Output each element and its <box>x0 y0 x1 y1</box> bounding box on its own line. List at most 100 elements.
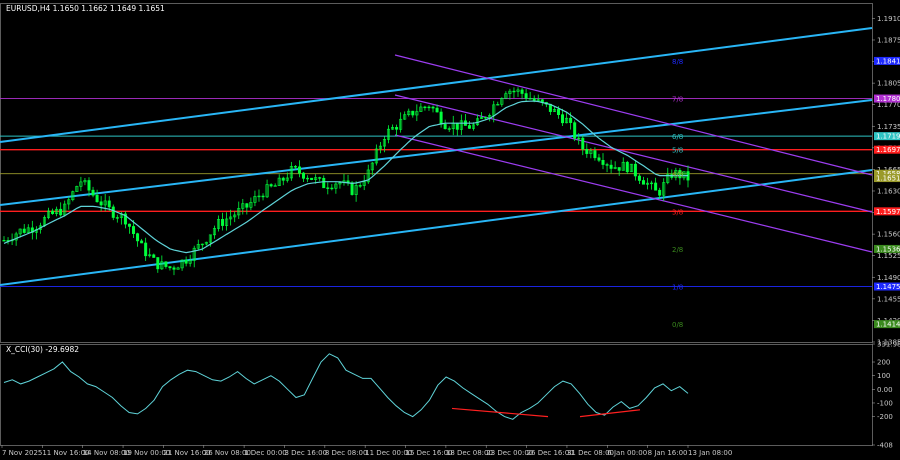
price-axis-label: 1.1560 <box>877 231 900 239</box>
candle-body <box>573 122 577 139</box>
murrey-label: 4/8 <box>672 171 683 179</box>
time-axis-label: 7 Nov 2025 <box>2 449 42 457</box>
candle-body <box>245 203 249 208</box>
candle-body <box>111 206 115 218</box>
candle-body <box>455 122 459 130</box>
price-level-text: 1.1597 <box>876 208 900 216</box>
candle-body <box>127 223 131 227</box>
candle-body <box>297 166 301 174</box>
candle-body <box>293 166 297 168</box>
murrey-label: 8/8 <box>672 58 683 66</box>
candle-body <box>136 233 140 242</box>
cci-axis-label: 0.00 <box>877 386 893 394</box>
cci-axis-label: 331.986 <box>877 341 900 349</box>
candle-body <box>350 182 354 195</box>
trading-chart-window: 1.19101.18751.18401.18051.17701.17351.17… <box>0 0 900 460</box>
candle-body <box>95 194 99 203</box>
candle-body <box>641 180 645 185</box>
price-axis-label: 1.1630 <box>877 187 900 195</box>
candle-body <box>617 167 621 171</box>
time-axis-label: 8 Jan 16:00 <box>648 449 688 457</box>
candle-body <box>411 110 415 116</box>
candle-body <box>561 114 565 124</box>
candle-body <box>431 106 435 109</box>
candle-body <box>281 177 285 181</box>
candle-body <box>609 164 613 169</box>
candle-body <box>512 90 516 93</box>
candle-body <box>87 180 91 191</box>
price-axis-label: 1.1490 <box>877 274 900 282</box>
cci-axis-label: 100 <box>877 372 890 380</box>
murrey-label: 0/8 <box>672 321 683 329</box>
candle-body <box>484 116 488 119</box>
murrey-label: 7/8 <box>672 96 683 104</box>
candle-body <box>556 109 560 115</box>
candle-body <box>633 163 637 177</box>
candle-body <box>261 195 265 198</box>
price-level-text: 1.1651 <box>876 175 900 183</box>
murrey-label: 6/8 <box>672 133 683 141</box>
candle-body <box>524 93 528 99</box>
candle-body <box>144 242 148 257</box>
murrey-label: 5/8 <box>672 147 683 155</box>
price-level-text: 1.1841 <box>876 57 900 65</box>
candle-body <box>107 200 111 208</box>
candle-body <box>302 172 306 179</box>
candle-body <box>99 201 103 206</box>
murrey-label: 3/8 <box>672 208 683 216</box>
price-level-text: 1.1414 <box>876 321 900 329</box>
candle-body <box>467 125 471 129</box>
candle-body <box>358 185 362 187</box>
price-level-text: 1.1780 <box>876 95 900 103</box>
candle-body <box>427 106 431 109</box>
murrey-label: 1/8 <box>672 284 683 292</box>
candle-body <box>269 184 273 187</box>
price-axis-label: 1.1735 <box>877 123 900 131</box>
candle-body <box>625 161 629 173</box>
time-axis-label: 1 Dec 00:00 <box>244 449 287 457</box>
candle-body <box>51 210 55 214</box>
price-chart[interactable]: 1.19101.18751.18401.18051.17701.17351.17… <box>0 0 900 460</box>
time-axis-label: 6 Jan 00:00 <box>607 449 647 457</box>
candle-body <box>310 177 314 180</box>
candle-body <box>322 177 326 189</box>
time-axis-label: 8 Dec 08:00 <box>325 449 368 457</box>
candle-body <box>605 164 609 166</box>
candle-body <box>140 240 144 244</box>
candle-body <box>569 117 573 123</box>
candle-body <box>168 266 172 269</box>
candle-body <box>221 219 225 226</box>
candle-body <box>152 254 156 258</box>
candle-body <box>654 182 658 191</box>
murrey-label: 2/8 <box>672 246 683 254</box>
cci-axis-label: 200 <box>877 359 890 367</box>
candle-body <box>132 226 136 234</box>
cci-axis-label: -408 <box>877 442 893 450</box>
price-axis-label: 1.1805 <box>877 80 900 88</box>
price-level-text: 1.1536 <box>876 245 900 253</box>
candle-body <box>593 150 597 159</box>
candle-body <box>115 217 119 219</box>
time-axis-label: 13 Jan 08:00 <box>688 449 732 457</box>
price-axis-label: 1.1455 <box>877 295 900 303</box>
candle-body <box>581 137 585 150</box>
candle-body <box>443 123 447 130</box>
indicator-header: X_CCI(30) -29.6982 <box>6 345 79 354</box>
candle-body <box>423 106 427 109</box>
candle-body <box>59 208 63 216</box>
price-level-text: 1.1697 <box>876 146 900 154</box>
price-level-text: 1.1475 <box>876 283 900 291</box>
candle-body <box>601 160 605 165</box>
price-axis-label: 1.1875 <box>877 36 900 44</box>
candle-body <box>91 189 95 196</box>
cci-axis-label: -100 <box>877 399 893 407</box>
candle-body <box>585 148 589 154</box>
candle-body <box>597 157 601 161</box>
candle-body <box>528 98 532 100</box>
candle-body <box>318 177 322 179</box>
candle-body <box>184 259 188 264</box>
price-level-text: 1.1719 <box>876 133 900 141</box>
candle-body <box>532 98 536 101</box>
candle-body <box>172 267 176 270</box>
symbol-header: EURUSD,H4 1.1650 1.1662 1.1649 1.1651 <box>6 4 165 13</box>
